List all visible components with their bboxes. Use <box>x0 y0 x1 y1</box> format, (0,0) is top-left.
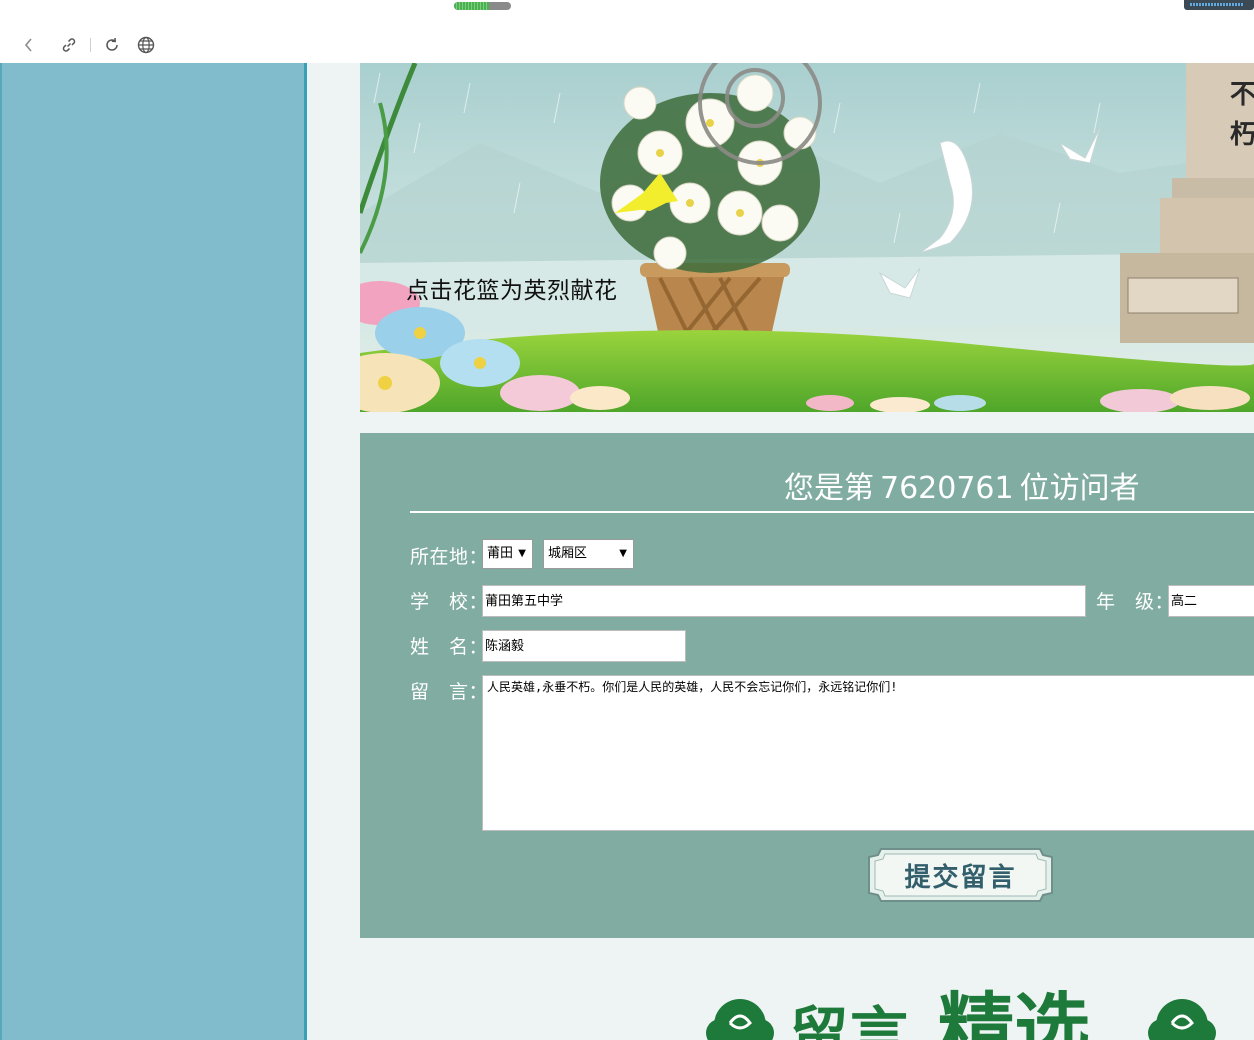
heading-small: 留言 <box>790 1000 911 1040</box>
submit-button[interactable]: 提交留言 <box>867 847 1054 903</box>
banner-caption: 点击花篮为英烈献花 <box>406 278 618 304</box>
divider <box>410 511 1254 513</box>
memorial-banner[interactable]: 不 朽 点击花篮为英烈献花 <box>360 63 1254 412</box>
district-value: 城厢区 <box>548 546 588 561</box>
loading-indicator <box>454 2 511 10</box>
heading-big: 精选 <box>938 984 1090 1040</box>
location-label: 所在地： <box>410 546 489 568</box>
city-select[interactable]: 莆田 ▼ <box>482 539 533 569</box>
message-form-panel: 您是第 7620761 位访问者 所在地： 莆田 ▼ 城厢区 ▼ 学 校： 莆田第五… <box>360 433 1254 938</box>
city-value: 莆田 <box>487 546 514 561</box>
chevron-left-icon[interactable] <box>18 34 40 56</box>
svg-text:朽: 朽 <box>1230 120 1254 150</box>
submit-label: 提交留言 <box>904 862 1017 893</box>
name-label: 姓 名： <box>410 636 489 658</box>
svg-text:不: 不 <box>1230 80 1254 110</box>
page-content: 不 朽 点击花篮为英烈献花 您是第 7620761 位访问者 所在地： 莆田 ▼… <box>0 63 1254 1040</box>
globe-icon[interactable] <box>135 34 157 56</box>
name-input[interactable]: 陈涵毅 <box>482 630 686 662</box>
school-label: 学 校： <box>410 591 489 613</box>
visitor-counter: 您是第 7620761 位访问者 <box>784 463 1140 507</box>
sidebar <box>0 63 307 1040</box>
dropdown-arrow-icon: ▼ <box>518 548 526 559</box>
school-input[interactable]: 莆田第五中学 <box>482 585 1086 617</box>
visitor-suffix: 位访问者 <box>1019 471 1140 506</box>
reload-icon[interactable] <box>101 34 123 56</box>
dropdown-arrow-icon: ▼ <box>619 548 627 559</box>
grade-label: 年 级： <box>1096 591 1175 613</box>
link-icon[interactable] <box>58 34 80 56</box>
visitor-count: 7620761 <box>880 471 1014 506</box>
visitor-prefix: 您是第 <box>784 471 874 506</box>
status-widget <box>1184 0 1254 10</box>
grade-input[interactable]: 高二 <box>1168 585 1254 617</box>
message-textarea[interactable]: 人民英雄,永垂不朽。你们是人民的英雄，人民不会忘记你们，永远铭记你们! <box>482 675 1254 831</box>
featured-messages-heading: 留言 精选 <box>700 963 1220 1040</box>
district-select[interactable]: 城厢区 ▼ <box>543 539 634 569</box>
browser-toolbar <box>0 0 1254 63</box>
message-label: 留 言： <box>410 681 489 703</box>
nav-buttons <box>18 34 157 56</box>
toolbar-separator <box>90 38 91 52</box>
